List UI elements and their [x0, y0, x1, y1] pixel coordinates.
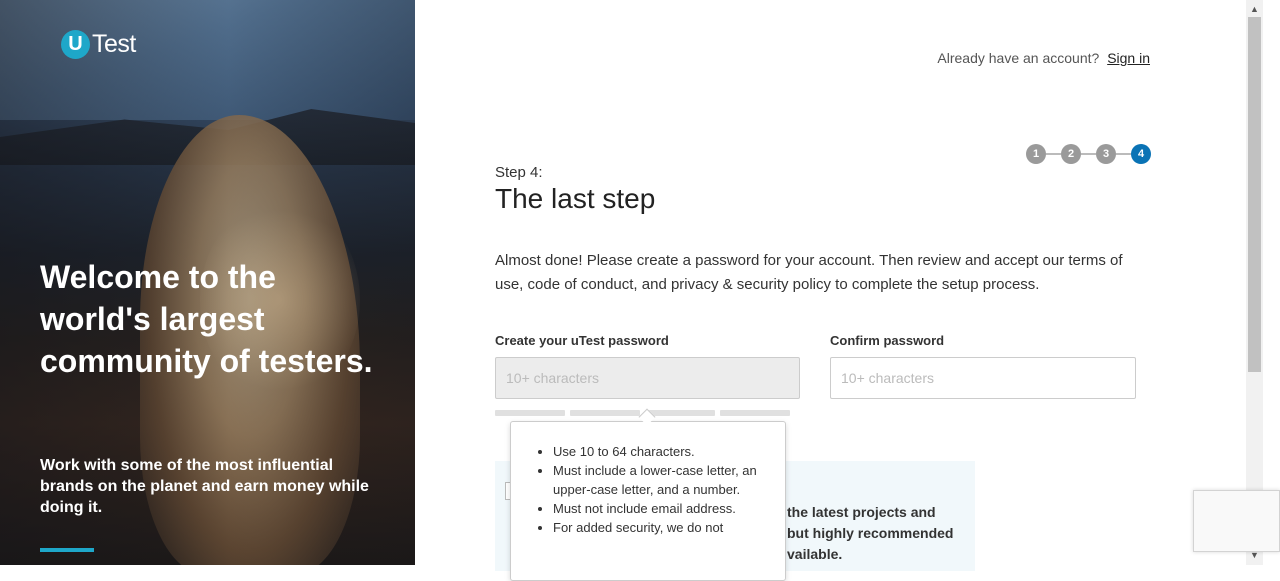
signin-link[interactable]: Sign in — [1107, 50, 1150, 66]
logo-text: Test — [92, 30, 136, 58]
opt-in-line: the latest projects and — [787, 504, 936, 520]
password-input[interactable]: 10+ characters — [495, 357, 800, 399]
password-rules-tooltip: Use 10 to 64 characters. Must include a … — [510, 421, 786, 581]
step-connector — [1116, 153, 1131, 155]
strength-segment — [495, 410, 565, 416]
intro-text: Almost done! Please create a password fo… — [495, 252, 1123, 293]
password-rule: Use 10 to 64 characters. — [553, 442, 765, 461]
step-label: Step 4: — [495, 164, 543, 181]
password-rule: Must not include email address. — [553, 499, 765, 518]
step-3: 3 — [1096, 144, 1116, 164]
recaptcha-badge[interactable] — [1193, 490, 1280, 552]
scrollbar-thumb[interactable] — [1248, 17, 1261, 372]
logo-u-icon: U — [61, 30, 90, 59]
confirm-password-label: Confirm password — [830, 333, 945, 348]
scroll-up-arrow-icon[interactable]: ▲ — [1246, 2, 1263, 16]
step-connector — [1046, 153, 1061, 155]
progress-stepper: 1 2 3 4 — [1026, 144, 1151, 164]
password-rule: Must include a lower-case letter, an upp… — [553, 461, 765, 499]
step-1: 1 — [1026, 144, 1046, 164]
step-2: 2 — [1061, 144, 1081, 164]
signin-prompt: Already have an account? Sign in — [937, 50, 1150, 66]
opt-in-line: but highly recommended — [787, 525, 954, 541]
password-rule: For added security, we do not — [553, 518, 765, 537]
opt-in-line: vailable. — [787, 546, 843, 562]
step-connector — [1081, 153, 1096, 155]
confirm-password-input[interactable]: 10+ characters — [830, 357, 1136, 399]
opt-in-text: the latest projects and but highly recom… — [787, 502, 967, 565]
strength-segment — [570, 410, 640, 416]
hero-accent-bar — [40, 548, 94, 552]
hero-subtitle: Work with some of the most influential b… — [40, 457, 369, 516]
password-label: Create your uTest password — [495, 333, 669, 348]
page-title: The last step — [495, 183, 656, 214]
utest-logo[interactable]: U Test — [61, 30, 136, 59]
strength-segment — [645, 410, 715, 416]
strength-segment — [720, 410, 790, 416]
hero-title: Welcome to the world's largest community… — [40, 259, 373, 379]
account-prompt-text: Already have an account? — [937, 50, 1100, 66]
step-4-active: 4 — [1131, 144, 1151, 164]
